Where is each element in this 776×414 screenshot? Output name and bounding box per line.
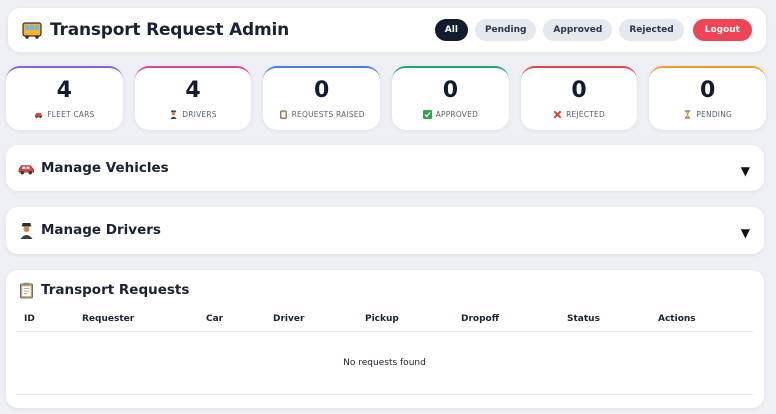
filter-rejected-button[interactable]: Rejected — [619, 19, 684, 41]
car-icon — [35, 112, 43, 118]
manage-vehicles-title: Manage Vehicles — [41, 160, 169, 176]
transport-requests-title: Transport Requests — [41, 282, 190, 298]
filter-nav: All Pending Approved Rejected Logout — [434, 19, 752, 41]
chevron-down-icon[interactable]: ▼ — [741, 226, 750, 240]
column-header-car: Car — [198, 310, 265, 332]
manage-vehicles-panel: Manage Vehicles ▼ — [6, 145, 764, 191]
clipboard-icon — [19, 282, 34, 298]
logout-button[interactable]: Logout — [692, 19, 752, 41]
filter-all-button[interactable]: All — [434, 19, 468, 41]
brand: Transport Request Admin — [22, 20, 289, 40]
stat-label-row: DRIVERS — [169, 109, 217, 119]
column-header-status: Status — [559, 310, 650, 332]
check-icon — [422, 109, 432, 119]
stat-card-requests-raised: 0 REQUESTS RAISED — [263, 66, 381, 130]
bus-icon — [22, 22, 42, 39]
stat-value: 0 — [314, 77, 330, 103]
filter-approved-button[interactable]: Approved — [543, 19, 613, 41]
stat-label: PENDING — [696, 109, 733, 119]
stat-card-rejected: 0 REJECTED — [520, 66, 638, 130]
manage-drivers-toggle[interactable]: Manage Drivers ▼ — [6, 207, 764, 253]
stat-value: 0 — [442, 77, 458, 103]
transport-requests-panel: Transport Requests ID Requester Car Driv… — [6, 270, 764, 408]
stat-label: APPROVED — [435, 109, 479, 119]
manage-vehicles-toggle[interactable]: Manage Vehicles ▼ — [6, 145, 764, 191]
stat-card-drivers: 4 DRIVERS — [134, 66, 252, 130]
stat-card-pending: 0 PENDING — [649, 66, 767, 130]
driver-icon — [20, 222, 33, 239]
column-header-id: ID — [16, 310, 74, 332]
stat-label: REJECTED — [566, 109, 605, 119]
stat-label: REQUESTS RAISED — [291, 109, 365, 119]
stat-value: 0 — [700, 77, 716, 103]
column-header-dropoff: Dropoff — [453, 310, 559, 332]
hourglass-icon — [685, 109, 691, 119]
requests-table: ID Requester Car Driver Pickup Dropoff S… — [16, 310, 753, 395]
page-title: Transport Request Admin — [50, 20, 290, 40]
stat-value: 4 — [56, 77, 72, 103]
column-header-actions: Actions — [650, 310, 753, 332]
clipboard-icon — [279, 109, 287, 119]
cross-icon — [553, 110, 562, 118]
column-header-requester: Requester — [74, 310, 198, 332]
stats-row: 4 FLEET CARS 4 DRIVERS 0 REQUESTS RAISED… — [6, 66, 767, 130]
stat-label: DRIVERS — [182, 109, 217, 119]
empty-state-message: No requests found — [16, 331, 753, 395]
stat-value: 4 — [185, 77, 201, 103]
stat-label-row: REQUESTS RAISED — [279, 110, 365, 119]
chevron-down-icon[interactable]: ▼ — [741, 164, 750, 178]
stat-label-row: PENDING — [683, 110, 732, 119]
column-header-driver: Driver — [265, 310, 357, 332]
stat-label-row: REJECTED — [553, 110, 605, 119]
stat-label-row: APPROVED — [422, 109, 479, 119]
filter-pending-button[interactable]: Pending — [474, 19, 537, 41]
stat-label-row: FLEET CARS — [34, 110, 94, 119]
car-icon — [18, 164, 34, 174]
manage-drivers-title: Manage Drivers — [41, 222, 161, 238]
top-header: Transport Request Admin All Pending Appr… — [8, 8, 766, 52]
column-header-pickup: Pickup — [357, 310, 453, 332]
stat-card-approved: 0 APPROVED — [392, 66, 509, 130]
manage-drivers-panel: Manage Drivers ▼ — [6, 207, 764, 254]
table-row: No requests found — [16, 331, 753, 395]
transport-requests-header: Transport Requests — [6, 270, 764, 310]
stat-value: 0 — [571, 77, 587, 103]
table-header-row: ID Requester Car Driver Pickup Dropoff S… — [16, 310, 753, 332]
driver-icon — [170, 109, 177, 119]
stat-label: FLEET CARS — [47, 109, 95, 119]
stat-card-fleet-cars: 4 FLEET CARS — [6, 66, 123, 130]
